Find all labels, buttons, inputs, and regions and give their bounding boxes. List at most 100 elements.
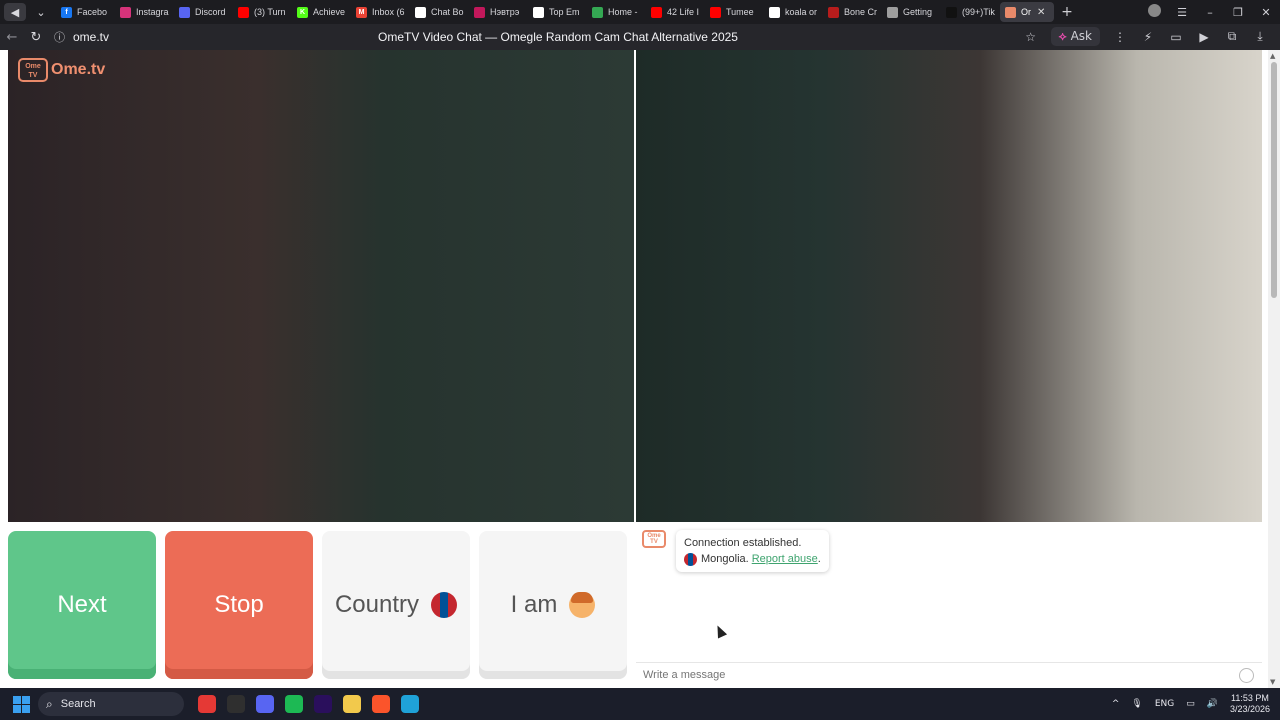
- facebook-icon: f: [61, 6, 72, 18]
- tab-9[interactable]: Home -: [587, 2, 646, 22]
- search-icon: ⌕: [46, 696, 53, 711]
- taskbar-search[interactable]: ⌕ Search: [38, 692, 184, 716]
- system-message: Ome TV Connection established. Mongolia.…: [642, 530, 829, 572]
- clock-date: 3/23/2026: [1229, 704, 1270, 714]
- tab-13[interactable]: Bone Cr: [823, 2, 882, 22]
- scroll-thumb[interactable]: [1271, 62, 1277, 298]
- tab-15[interactable]: (99+)Tik: [941, 2, 1000, 22]
- screenshot-icon[interactable]: ⧉: [1218, 29, 1246, 44]
- tab-label: Top Em: [549, 7, 580, 17]
- gender-button[interactable]: I am: [479, 531, 627, 679]
- tab-14[interactable]: Getting: [882, 2, 941, 22]
- app-glyph: [255, 695, 274, 713]
- cast-icon[interactable]: ▭: [1162, 30, 1190, 44]
- tab-label: 42 Life I: [667, 7, 700, 17]
- page-scrollbar[interactable]: ▲ ▼: [1268, 50, 1280, 688]
- stop-button[interactable]: Stop: [165, 531, 313, 679]
- youtube-icon: [651, 6, 662, 18]
- app-glyph: [371, 695, 390, 713]
- ask-button[interactable]: ⟡ Ask: [1050, 27, 1100, 46]
- page-title: OmeTV Video Chat — Omegle Random Cam Cha…: [378, 30, 738, 44]
- kick-icon: K: [297, 6, 308, 18]
- tab-label: Home -: [608, 7, 638, 17]
- discord-icon[interactable]: [250, 691, 279, 717]
- app-glyph: [226, 695, 245, 713]
- youtube-icon: [238, 6, 249, 18]
- ometv-page: Ome TV Ome.tv ▲ ▼ Next Stop Country I am…: [0, 50, 1280, 688]
- tab-label: koala or: [785, 7, 818, 17]
- country-label: Country: [334, 591, 420, 618]
- app-glyph: [197, 695, 216, 713]
- tab-3[interactable]: (3) Turn: [233, 2, 292, 22]
- drive-icon: [592, 6, 603, 18]
- bookmark-icon[interactable]: ☆: [1017, 30, 1045, 44]
- chatgpt-icon[interactable]: [221, 691, 250, 717]
- language-indicator[interactable]: ENG: [1155, 699, 1174, 709]
- app-glyph: [400, 695, 419, 713]
- discord-icon: [179, 6, 190, 18]
- page-icon: [828, 6, 839, 18]
- tab-4[interactable]: K Achieve: [292, 2, 351, 22]
- tab-list-chevron-icon[interactable]: ⌄: [30, 3, 52, 21]
- minimize-icon[interactable]: –: [1196, 6, 1224, 19]
- next-label: Next: [57, 591, 107, 618]
- tab-16[interactable]: Or ✕: [1000, 2, 1054, 22]
- yandex-icon[interactable]: [192, 691, 221, 717]
- file-explorer-icon[interactable]: [337, 691, 366, 717]
- spotify-icon[interactable]: [279, 691, 308, 717]
- tab-label: Tumee: [726, 7, 754, 17]
- microphone-icon[interactable]: 🎙: [1131, 699, 1142, 709]
- tab-7[interactable]: Нэвтрэ: [469, 2, 528, 22]
- more-icon[interactable]: ⋮: [1106, 30, 1134, 44]
- profile-button[interactable]: [1140, 4, 1168, 20]
- download-icon[interactable]: ⤓: [1246, 29, 1274, 44]
- volume-icon[interactable]: 🔊: [1207, 699, 1218, 709]
- tab-6[interactable]: Chat Bo: [410, 2, 469, 22]
- close-tab-icon[interactable]: ✕: [1037, 7, 1045, 18]
- ometv-icon: [1005, 6, 1016, 18]
- extension-icon[interactable]: ⚡: [1134, 30, 1162, 44]
- clock[interactable]: 11:53 PM 3/23/2026: [1230, 693, 1270, 715]
- gmail-icon: M: [356, 6, 367, 18]
- tab-12[interactable]: Gkoala or: [764, 2, 823, 22]
- country-button[interactable]: Country: [322, 531, 470, 679]
- new-tab-button[interactable]: +: [1058, 3, 1076, 21]
- tab-5[interactable]: M Inbox (6: [351, 2, 410, 22]
- page-icon: [474, 6, 485, 18]
- iam-label: I am: [510, 591, 558, 618]
- address-bar-actions: ☆ ⟡ Ask ⋮ ⚡ ▭ ▶ ⧉ ⤓: [1017, 27, 1274, 46]
- restore-icon[interactable]: ❐: [1224, 6, 1252, 19]
- premiere-icon[interactable]: [308, 691, 337, 717]
- tab-strip: ◀ ⌄ f Facebo Instagra Discord (3) Turn K Achie…: [0, 0, 1280, 24]
- tab-8[interactable]: Top Em: [528, 2, 587, 22]
- tab-10[interactable]: 42 Life I: [646, 2, 705, 22]
- edge-icon[interactable]: [395, 691, 424, 717]
- brave-icon[interactable]: [366, 691, 395, 717]
- tab-1[interactable]: Instagra: [115, 2, 174, 22]
- tab-11[interactable]: Tumee: [705, 2, 764, 22]
- instagram-icon: [120, 6, 131, 18]
- tab-0[interactable]: f Facebo: [56, 2, 115, 22]
- scroll-up-icon[interactable]: ▲: [1270, 52, 1275, 60]
- partner-video: Ome TV Ome.tv: [8, 50, 634, 522]
- speaker-icon[interactable]: ◀: [4, 3, 26, 21]
- browser-menu-icon[interactable]: ☰: [1168, 6, 1196, 19]
- tab-2[interactable]: Discord: [174, 2, 233, 22]
- mouse-cursor-icon: [712, 623, 728, 639]
- tray-chevron-icon[interactable]: ^: [1112, 699, 1120, 709]
- windows-start-icon[interactable]: [13, 695, 30, 713]
- next-button[interactable]: Next: [8, 531, 156, 679]
- ometv-logo: Ome TV Ome.tv: [18, 58, 105, 82]
- ask-icon: ⟡: [1058, 29, 1067, 43]
- report-abuse-link[interactable]: Report abuse: [752, 551, 818, 567]
- scroll-down-icon[interactable]: ▼: [1270, 678, 1275, 686]
- window-controls: ☰ – ❐ ✕: [1140, 0, 1280, 24]
- app-glyph: [284, 695, 303, 713]
- message-input[interactable]: [643, 668, 1203, 681]
- close-window-icon[interactable]: ✕: [1252, 6, 1280, 19]
- google-icon: G: [769, 6, 780, 18]
- media-icon[interactable]: ▶: [1190, 30, 1218, 44]
- report-suffix: .: [817, 553, 821, 565]
- emoji-icon[interactable]: [1239, 668, 1254, 683]
- network-icon[interactable]: ▭: [1186, 699, 1195, 709]
